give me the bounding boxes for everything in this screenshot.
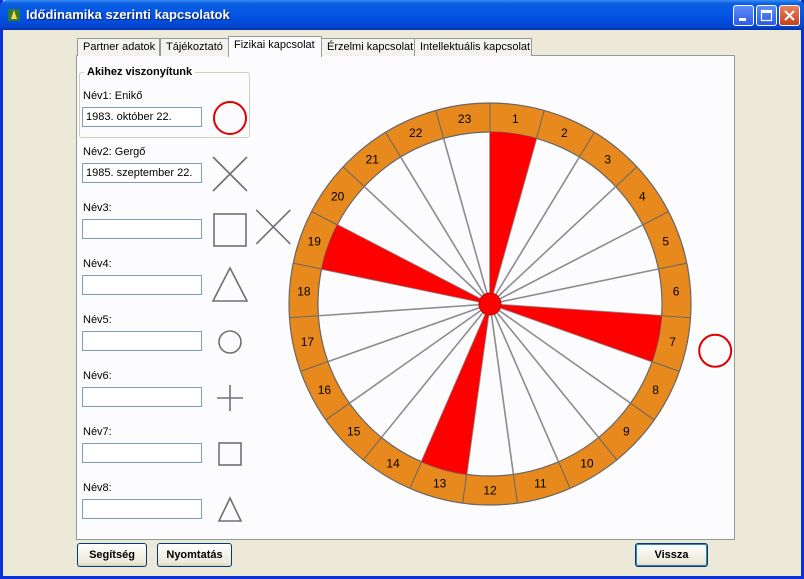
- title-bar[interactable]: Idődinamika szerinti kapcsolatok: [0, 0, 804, 30]
- back-button[interactable]: Vissza: [635, 543, 708, 567]
- person-symbol: [218, 442, 242, 466]
- person-symbol: [212, 156, 248, 192]
- person-label: Név1: Enikő: [83, 90, 143, 102]
- maximize-button[interactable]: [756, 5, 777, 26]
- window-title: Idődinamika szerinti kapcsolatok: [26, 7, 230, 22]
- birthdate-input[interactable]: [82, 219, 202, 239]
- tab-label: Érzelmi kapcsolat: [327, 41, 414, 53]
- person-label: Név4:: [83, 258, 112, 270]
- person-symbol: [218, 330, 242, 354]
- close-button[interactable]: [779, 5, 800, 26]
- birthdate-input[interactable]: [82, 331, 202, 351]
- minimize-icon: [739, 18, 746, 21]
- reference-group-title: Akihez viszonyítunk: [84, 66, 196, 78]
- person-label: Név3:: [83, 202, 112, 214]
- birthdate-input[interactable]: [82, 387, 202, 407]
- minimize-button[interactable]: [733, 5, 754, 26]
- small-triangle-symbol-icon: [217, 496, 243, 522]
- app-icon: [8, 9, 20, 21]
- person-symbol: [217, 385, 243, 411]
- tab-label: Fizikai kapcsolat: [234, 39, 315, 51]
- person-label: Név8:: [83, 482, 112, 494]
- help-button[interactable]: Segítség: [77, 543, 147, 567]
- birthdate-input[interactable]: [82, 499, 202, 519]
- birthdate-input[interactable]: [82, 443, 202, 463]
- tab-intellektualis-kapcsolat[interactable]: Intellektuális kapcsolat: [414, 38, 532, 56]
- tab-partner-adatok[interactable]: Partner adatok: [77, 38, 160, 56]
- person-symbol: [211, 266, 249, 302]
- person-symbol: [217, 496, 243, 522]
- person-label: Név5:: [83, 314, 112, 326]
- tab-erzelmi-kapcsolat[interactable]: Érzelmi kapcsolat: [321, 38, 415, 56]
- square-symbol-icon: [213, 213, 247, 247]
- person-symbol: [213, 213, 247, 247]
- maximize-icon: [760, 9, 773, 22]
- tab-tajekoztato[interactable]: Tájékoztató: [160, 38, 229, 56]
- close-icon: [784, 10, 795, 21]
- triangle-symbol-icon: [211, 266, 249, 302]
- print-button[interactable]: Nyomtatás: [157, 543, 232, 567]
- birthdate-input[interactable]: [82, 275, 202, 295]
- small-circle-symbol-icon: [218, 330, 242, 354]
- tab-label: Intellektuális kapcsolat: [420, 41, 531, 53]
- tab-label: Tájékoztató: [166, 41, 223, 53]
- small-square-symbol-icon: [218, 442, 242, 466]
- birthdate-input[interactable]: [82, 163, 202, 183]
- person-symbol: [213, 101, 247, 135]
- person-label: Név2: Gergő: [83, 146, 146, 158]
- birthdate-input[interactable]: [82, 107, 202, 127]
- circle-symbol-icon: [213, 101, 247, 135]
- person-label: Név7:: [83, 426, 112, 438]
- tab-fizikai-kapcsolat[interactable]: Fizikai kapcsolat: [228, 36, 322, 57]
- plus-symbol-icon: [217, 385, 243, 411]
- person-label: Név6:: [83, 370, 112, 382]
- tab-label: Partner adatok: [83, 41, 156, 53]
- x-symbol-icon: [212, 156, 248, 192]
